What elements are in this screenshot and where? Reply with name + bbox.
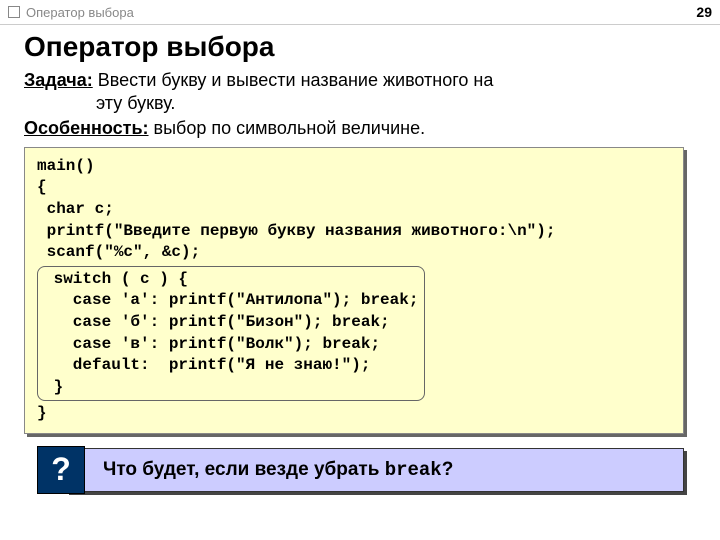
task-line1: Ввести букву и вывести название животног…	[93, 70, 494, 90]
question-box: ? Что будет, если везде убрать break?	[66, 448, 684, 492]
task-label: Задача:	[24, 70, 93, 90]
code-l5: scanf("%c", &c);	[37, 243, 200, 261]
question-mono: break	[385, 459, 442, 481]
question-after: ?	[442, 459, 454, 480]
code-s5: default: printf("Я не знаю!");	[44, 356, 370, 374]
page-number: 29	[696, 4, 712, 20]
tab-title: Оператор выбора	[8, 5, 134, 20]
tab-title-text: Оператор выбора	[26, 5, 134, 20]
code-s6: }	[44, 378, 63, 396]
code-l6: }	[37, 404, 47, 422]
note-block: Особенность: выбор по символьной величин…	[24, 118, 696, 139]
switch-box: switch ( c ) { case 'а': printf("Антилоп…	[37, 266, 425, 402]
header-bar: Оператор выбора 29	[0, 0, 720, 25]
slide-content: Оператор выбора Задача: Ввести букву и в…	[0, 25, 720, 492]
question-mark-icon: ?	[37, 446, 85, 494]
note-text: выбор по символьной величине.	[149, 118, 426, 138]
question-text: Что будет, если везде убрать break?	[103, 459, 453, 481]
code-l2: {	[37, 178, 47, 196]
task-block: Задача: Ввести букву и вывести название …	[24, 69, 696, 116]
code-s4: case 'в': printf("Волк"); break;	[44, 335, 380, 353]
code-l1: main()	[37, 157, 95, 175]
code-s3: case 'б': printf("Бизон"); break;	[44, 313, 390, 331]
code-s2: case 'а': printf("Антилопа"); break;	[44, 291, 418, 309]
code-block: main() { char c; printf("Введите первую …	[24, 147, 684, 434]
tab-icon	[8, 6, 20, 18]
note-label: Особенность:	[24, 118, 149, 138]
question-before: Что будет, если везде убрать	[103, 459, 385, 480]
code-s1: switch ( c ) {	[44, 270, 188, 288]
code-l3: char c;	[37, 200, 114, 218]
code-l4: printf("Введите первую букву названия жи…	[37, 222, 555, 240]
task-line2: эту букву.	[96, 92, 696, 115]
page-title: Оператор выбора	[24, 31, 696, 63]
